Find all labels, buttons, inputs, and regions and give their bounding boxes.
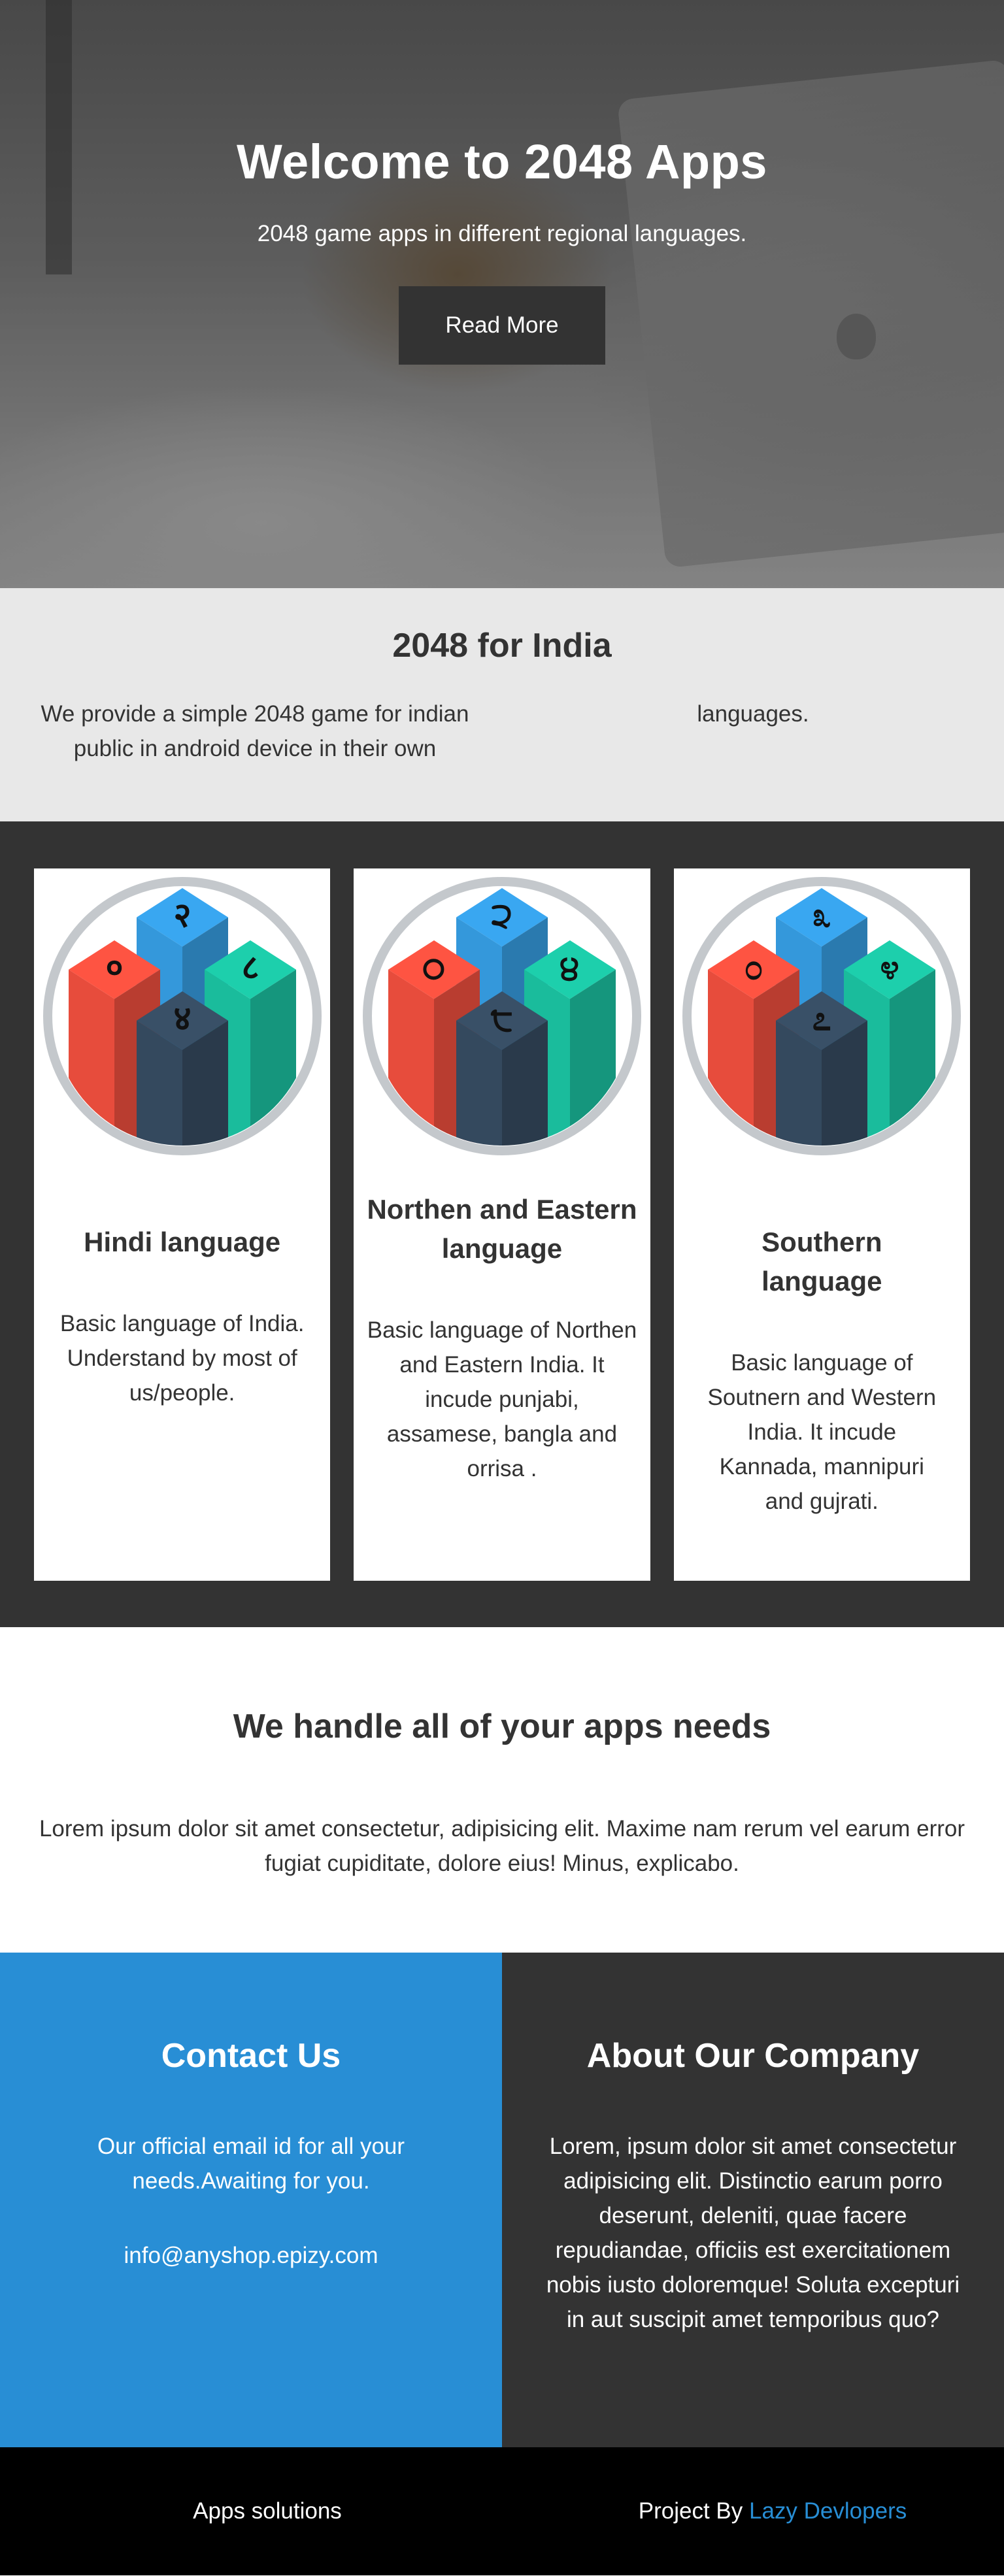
- tile-glyph: ೩: [812, 896, 831, 935]
- tile-glyph: ੦: [423, 948, 446, 987]
- language-card-northern-eastern: ੨ ੦ ੪ ੮ Northen and Eastern language Basic …: [354, 868, 650, 1581]
- card-text: Basic language of Soutnern and Western I…: [707, 1350, 937, 1514]
- card-title: Northen and Eastern language: [367, 1194, 637, 1264]
- contact-about-section: Contact Us Our official email id for all…: [0, 1953, 1004, 2447]
- tile-glyph: ८: [241, 948, 259, 987]
- tile-glyph: ೭: [812, 999, 831, 1038]
- needs-title: We handle all of your apps needs: [233, 1708, 771, 1745]
- language-card-hindi: २ ० ८ ४ Hindi language Basic language of In…: [34, 868, 331, 1581]
- contact-title: Contact Us: [161, 2037, 341, 2075]
- footer-left: Apps solutions: [193, 2498, 342, 2524]
- footer-credit-prefix: Project By: [638, 2498, 749, 2524]
- language-cards-section: २ ० ८ ४ Hindi language Basic language of In…: [0, 821, 1004, 1627]
- 2048-cube-logo-icon: ੨ ੦ ੪ ੮: [362, 877, 641, 1155]
- footer-credit-link[interactable]: Lazy Devlopers: [749, 2498, 907, 2524]
- hero-title: Welcome to 2048 Apps: [237, 135, 767, 189]
- contact-text: Our official email id for all your needs…: [97, 2134, 405, 2194]
- tile-glyph: ೪: [880, 948, 899, 987]
- india-right-column: languages.: [502, 697, 1004, 766]
- india-left-column: We provide a simple 2048 game for indian…: [0, 697, 502, 766]
- card-title: Southern language: [761, 1227, 882, 1296]
- needs-section: We handle all of your apps needs Lorem i…: [0, 1627, 1004, 1953]
- needs-text: Lorem ipsum dolor sit amet consectetur, …: [39, 1816, 965, 1876]
- 2048-cube-logo-icon: २ ० ८ ४: [42, 877, 322, 1155]
- about-text: Lorem, ipsum dolor sit amet consectetur …: [546, 2134, 960, 2332]
- read-more-button[interactable]: Read More: [399, 286, 605, 365]
- hero-section: Welcome to 2048 Apps 2048 game apps in d…: [0, 0, 1004, 588]
- hero-subtitle: 2048 game apps in different regional lan…: [257, 221, 747, 246]
- hero-content: Welcome to 2048 Apps 2048 game apps in d…: [0, 134, 1004, 365]
- tile-glyph: ೦: [745, 948, 763, 987]
- contact-panel: Contact Us Our official email id for all…: [0, 1953, 502, 2447]
- tile-glyph: ०: [105, 948, 123, 987]
- india-section: 2048 for India We provide a simple 2048 …: [0, 588, 1004, 821]
- 2048-cube-logo-icon: ೩ ೦ ೪ ೭: [682, 877, 962, 1155]
- tile-glyph: ੮: [490, 999, 513, 1038]
- tile-glyph: २: [173, 896, 191, 935]
- india-title: 2048 for India: [392, 627, 612, 665]
- language-card-southern: ೩ ೦ ೪ ೭ Southern language Basic language of…: [673, 868, 970, 1581]
- india-left-text: We provide a simple 2048 game for indian…: [41, 701, 469, 761]
- india-right-text: languages.: [697, 701, 809, 727]
- footer: Apps solutions Project By Lazy Devlopers: [0, 2447, 1004, 2575]
- about-panel: About Our Company Lorem, ipsum dolor sit…: [502, 1953, 1004, 2447]
- tile-glyph: ੨: [492, 896, 512, 935]
- india-columns: We provide a simple 2048 game for indian…: [0, 697, 1004, 766]
- about-title: About Our Company: [586, 2037, 920, 2075]
- card-text: Basic language of Northen and Eastern In…: [367, 1317, 637, 1481]
- card-title: Hindi language: [84, 1227, 281, 1257]
- footer-right: Project By Lazy Devlopers: [502, 2498, 1004, 2524]
- tile-glyph: ੪: [560, 948, 580, 987]
- contact-email-link[interactable]: info@anyshop.epizy.com: [0, 2243, 502, 2269]
- tile-glyph: ४: [173, 999, 191, 1038]
- card-text: Basic language of India. Understand by m…: [59, 1311, 305, 1406]
